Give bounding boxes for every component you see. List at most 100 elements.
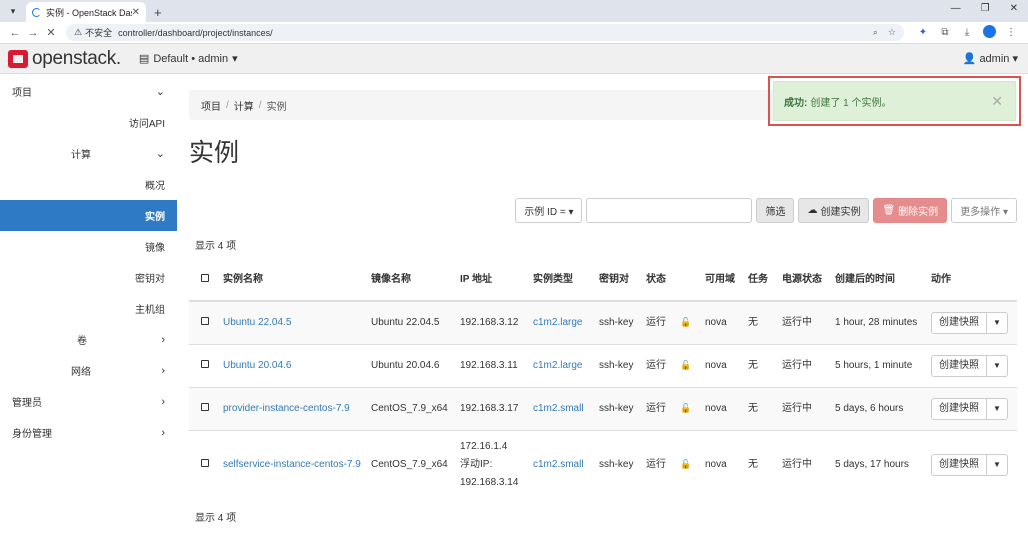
column-header-flavor[interactable]: 实例类型	[529, 259, 595, 302]
row-checkbox[interactable]	[201, 360, 209, 368]
close-icon[interactable]: ✕	[991, 93, 1003, 110]
openstack-logo[interactable]: openstack.	[8, 48, 121, 70]
row-actions-dropdown[interactable]: ▼	[987, 397, 1008, 420]
create-snapshot-button[interactable]: 创建快照	[931, 311, 987, 334]
sidebar-item-api-access[interactable]: 访问API	[0, 107, 177, 138]
filter-button[interactable]: 筛选	[756, 198, 795, 223]
row-actions-dropdown[interactable]: ▼	[987, 354, 1008, 377]
sidebar-item-volumes[interactable]: 卷 ›	[0, 324, 177, 355]
stop-loading-icon[interactable]: ✕	[42, 26, 60, 39]
profile-avatar[interactable]	[978, 24, 1000, 41]
instance-name-link[interactable]: provider-instance-centos-7.9	[223, 403, 350, 414]
row-checkbox[interactable]	[201, 317, 209, 326]
instance-name-link[interactable]: selfservice-instance-centos-7.9	[223, 459, 361, 470]
breadcrumb-compute[interactable]: 计算	[234, 98, 254, 113]
project-selector-icon: ▤	[138, 53, 150, 65]
minimize-icon[interactable]: —	[951, 3, 961, 14]
create-snapshot-button[interactable]: 创建快照	[931, 397, 987, 420]
browser-menu-icon[interactable]: ⋮	[1000, 27, 1022, 38]
sidebar-item-server-groups[interactable]: 主机组	[0, 293, 177, 324]
row-select-cell	[189, 343, 219, 387]
sidebar-item-instances[interactable]: 实例	[0, 200, 177, 231]
bookmark-star-icon[interactable]: ☆	[888, 27, 896, 38]
flavor-link[interactable]: c1m2.large	[533, 317, 582, 328]
lock-cell: 🔓	[676, 300, 701, 344]
sidebar-item-images[interactable]: 镜像	[0, 231, 177, 262]
table-row: Ubuntu 22.04.5 Ubuntu 22.04.5 192.168.3.…	[189, 300, 1017, 344]
instance-name-link[interactable]: Ubuntu 22.04.5	[223, 317, 291, 328]
maximize-icon[interactable]: ❐	[981, 3, 990, 14]
url-input[interactable]: ⚠ 不安全 controller/dashboard/project/insta…	[66, 24, 904, 41]
item-count-bottom: 显示 4 项	[195, 513, 237, 524]
row-actions-dropdown[interactable]: ▼	[987, 311, 1008, 334]
task-cell: 无	[744, 429, 778, 499]
column-header-keypair[interactable]: 密钥对	[595, 259, 642, 302]
close-window-icon[interactable]: ✕	[1010, 3, 1018, 14]
fixed-ip: 172.16.1.4	[460, 440, 508, 452]
sidebar-item-compute[interactable]: 计算 ⌄	[0, 138, 177, 169]
zoom-icon[interactable]: ⌕	[873, 27, 878, 38]
sidebar-item-label: 实例	[145, 212, 165, 223]
floating-ip-label: 浮动IP:	[460, 458, 493, 470]
filter-input[interactable]	[586, 198, 753, 223]
sidebar-item-admin[interactable]: 管理员 ›	[0, 386, 177, 417]
instance-name-link[interactable]: Ubuntu 20.04.6	[223, 360, 291, 371]
flavor-cell: c1m2.large	[529, 343, 595, 387]
column-header-status[interactable]: 状态	[642, 259, 676, 302]
create-instance-button[interactable]: ☁ 创建实例	[798, 198, 870, 223]
row-checkbox[interactable]	[201, 403, 209, 411]
sidebar-item-label: 项目	[12, 88, 32, 99]
flavor-link[interactable]: c1m2.small	[533, 459, 584, 470]
ip-cell: 192.168.3.17	[456, 386, 529, 430]
forward-icon[interactable]: →	[24, 27, 42, 39]
flavor-link[interactable]: c1m2.large	[533, 360, 582, 371]
close-tab-icon[interactable]: ✕	[132, 7, 140, 18]
ip-cell: 192.168.3.11	[456, 343, 529, 387]
extension-icon[interactable]: ✦	[912, 27, 934, 38]
warning-icon[interactable]: ⚠	[74, 27, 82, 38]
browser-tab[interactable]: 实例 - OpenStack Dashboard ✕	[26, 2, 146, 22]
column-header-image[interactable]: 镜像名称	[367, 259, 456, 302]
column-header-az[interactable]: 可用域	[701, 259, 744, 302]
more-actions-button[interactable]: 更多操作 ▾	[951, 198, 1017, 223]
instance-name-cell: provider-instance-centos-7.9	[219, 386, 367, 430]
sidebar-item-network[interactable]: 网络 ›	[0, 355, 177, 386]
create-snapshot-button[interactable]: 创建快照	[931, 453, 987, 476]
row-checkbox[interactable]	[201, 459, 209, 468]
back-icon[interactable]: ←	[6, 27, 24, 39]
column-header-task[interactable]: 任务	[744, 259, 778, 302]
az-cell: nova	[701, 429, 744, 499]
actions-cell: 创建快照 ▼	[927, 386, 1017, 430]
sidebar-item-identity[interactable]: 身份管理 ›	[0, 417, 177, 448]
flavor-link[interactable]: c1m2.small	[533, 403, 584, 414]
column-header-age[interactable]: 创建后的时间	[831, 259, 927, 302]
breadcrumb-project[interactable]: 项目	[201, 98, 221, 113]
user-icon: 👤	[962, 53, 977, 65]
sidebar-item-label: 卷	[77, 336, 87, 347]
select-all-checkbox[interactable]	[201, 273, 209, 282]
project-selector[interactable]: ▤ Default • admin ▾	[138, 52, 238, 66]
filter-field-select[interactable]: 示例 ID = ▾	[515, 198, 583, 223]
extensions-puzzle-icon[interactable]: ⧉	[934, 27, 956, 38]
table-row: provider-instance-centos-7.9 CentOS_7.9_…	[189, 386, 1017, 430]
new-tab-icon[interactable]: +	[154, 5, 162, 20]
security-label[interactable]: 不安全	[85, 26, 112, 39]
item-count: 显示 4 项	[195, 241, 237, 252]
row-actions-dropdown[interactable]: ▼	[987, 453, 1008, 476]
profile-icon	[982, 24, 996, 38]
column-header-name[interactable]: 实例名称	[219, 259, 367, 302]
sidebar-item-keypairs[interactable]: 密钥对	[0, 262, 177, 293]
caret-down-icon: ▼	[993, 404, 1001, 413]
tab-list-chevron-icon[interactable]: ▾	[4, 2, 22, 20]
power-cell: 运行中	[778, 300, 831, 344]
create-snapshot-button[interactable]: 创建快照	[931, 354, 987, 377]
delete-instances-button[interactable]: 🗑 删除实例	[873, 198, 948, 223]
column-header-ip[interactable]: IP 地址	[456, 259, 529, 302]
sidebar-item-overview[interactable]: 概况	[0, 169, 177, 200]
column-header-power[interactable]: 电源状态	[778, 259, 831, 302]
downloads-icon[interactable]: ⤓	[956, 27, 978, 38]
sidebar-item-project[interactable]: 项目 ⌄	[0, 76, 177, 107]
sidebar-item-label: 密钥对	[135, 274, 165, 285]
user-menu[interactable]: 👤 admin ▾	[963, 52, 1018, 65]
create-instance-label: 创建实例	[820, 207, 861, 218]
